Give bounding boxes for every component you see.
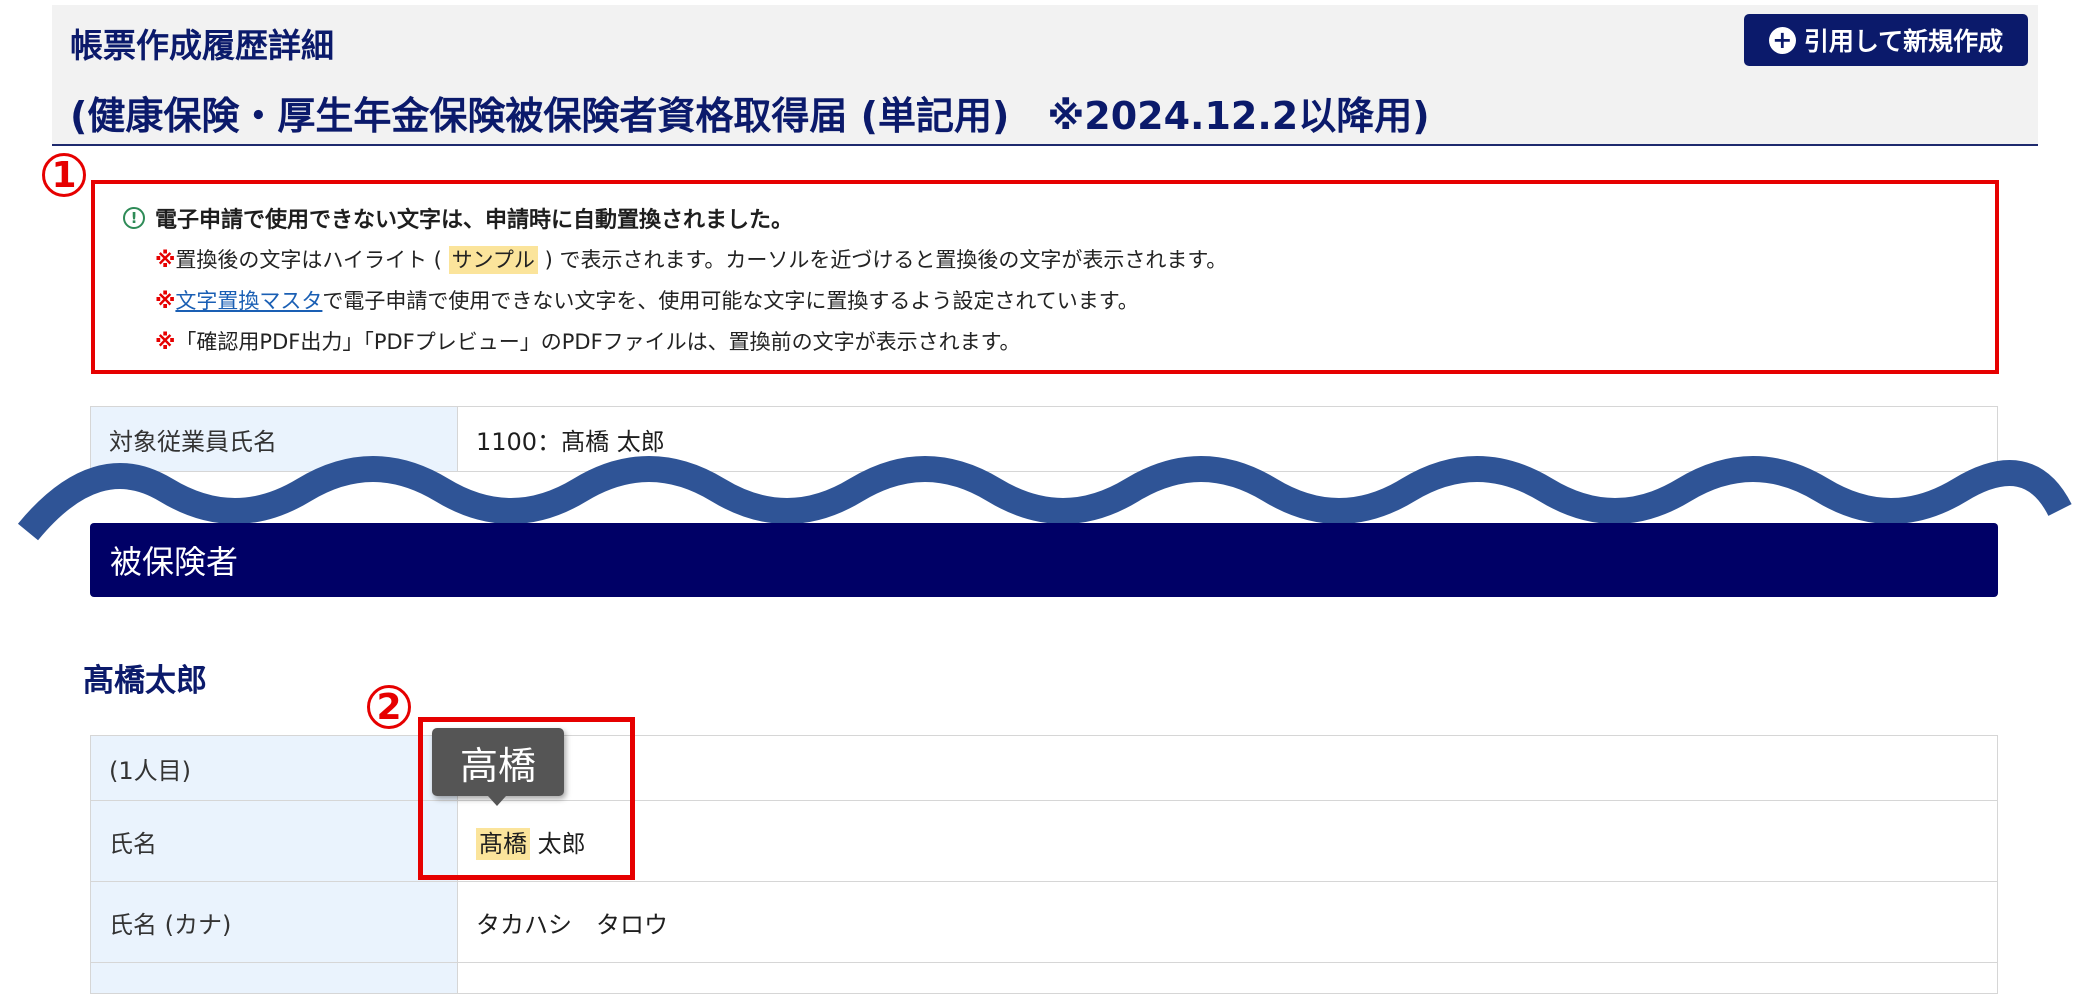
row-value-name-kana: タカハシ タロウ: [457, 881, 1998, 963]
plus-circle-icon: +: [1768, 26, 1796, 54]
cite-new-button[interactable]: + 引用して新規作成: [1744, 14, 2028, 66]
table-row: (1人目): [90, 735, 1998, 801]
row-label-cut: [90, 962, 458, 994]
notice-line-3-text: 「確認用PDF出力」「PDFプレビュー」のPDFファイルは、置換前の文字が表示さ…: [175, 330, 1021, 354]
kome-mark: ※: [155, 248, 176, 272]
highlight-sample: サンプル: [448, 246, 538, 274]
annotation-marker-1: 1: [42, 153, 86, 197]
row-label-name-kana: 氏名 (カナ): [90, 881, 458, 963]
notice-title: ! 電子申請で使用できない文字は、申請時に自動置換されました。: [123, 202, 793, 234]
replacement-notice: ! 電子申請で使用できない文字は、申請時に自動置換されました。 ※置換後の文字は…: [91, 180, 1999, 374]
row-label-name: 氏名: [90, 800, 458, 882]
kome-mark: ※: [155, 289, 176, 313]
annotation-box-2: [418, 717, 635, 880]
page-header: 帳票作成履歴詳細 (健康保険・厚生年金保険被保険者資格取得届 (単記用) ※20…: [52, 5, 2038, 146]
insured-detail-table: (1人目) 氏名 髙橋 太郎 氏名 (カナ) タカハシ タロウ: [90, 735, 1998, 994]
table-row: 氏名 (カナ) タカハシ タロウ: [90, 881, 1998, 963]
page-title: 帳票作成履歴詳細: [70, 26, 334, 65]
section-insured-header: 被保険者: [90, 523, 1998, 597]
row-value-empty: [457, 735, 1998, 801]
notice-line-2: ※文字置換マスタで電子申請で使用できない文字を、使用可能な文字に置換するよう設定…: [155, 285, 1139, 315]
char-replacement-master-link[interactable]: 文字置換マスタ: [175, 289, 322, 313]
annotation-marker-2: 2: [367, 685, 411, 729]
form-subtitle: (健康保険・厚生年金保険被保険者資格取得届 (単記用) ※2024.12.2以降…: [70, 94, 1430, 138]
notice-line-1-pre: 置換後の文字はハイライト (: [175, 248, 442, 272]
notice-title-text: 電子申請で使用できない文字は、申請時に自動置換されました。: [155, 208, 794, 233]
notice-line-1-post: ) で表示されます。カーソルを近づけると置換後の文字が表示されます。: [544, 248, 1228, 272]
row-value-cut: [457, 962, 1998, 994]
notice-line-1: ※置換後の文字はハイライト ( サンプル ) で表示されます。カーソルを近づける…: [155, 244, 1227, 274]
person-heading: 髙橋太郎: [83, 663, 207, 699]
notice-line-2-post: で電子申請で使用できない文字を、使用可能な文字に置換するよう設定されています。: [322, 289, 1139, 313]
info-icon: !: [123, 207, 145, 229]
kome-mark: ※: [155, 330, 176, 354]
table-row: [90, 962, 1998, 994]
row-value-name: 髙橋 太郎: [457, 800, 1998, 882]
cite-new-button-label: 引用して新規作成: [1803, 27, 2004, 56]
table-row: 氏名 髙橋 太郎: [90, 800, 1998, 882]
row-label-person-index: (1人目): [90, 735, 458, 801]
notice-line-3: ※「確認用PDF出力」「PDFプレビュー」のPDFファイルは、置換前の文字が表示…: [155, 326, 1021, 356]
